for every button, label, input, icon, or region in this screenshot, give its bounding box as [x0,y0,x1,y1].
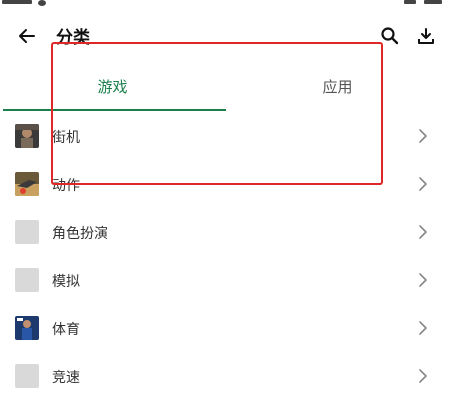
tab-indicator [3,109,226,111]
placeholder-thumbnail [15,268,39,292]
placeholder-thumbnail [15,364,39,388]
status-bar [0,0,450,10]
app-bar: 分类 [0,14,450,58]
list-item-arcade[interactable]: 街机 [0,112,450,160]
list-item-sports[interactable]: 体育 [0,304,450,352]
back-arrow-icon [19,29,35,43]
list-item-label: 动作 [52,178,80,194]
list-item-label: 体育 [52,322,80,338]
sports-thumbnail [15,316,39,340]
chevron-right-icon [419,225,427,239]
tab-apps[interactable]: 应用 [225,62,450,110]
tab-games[interactable]: 游戏 [0,62,225,110]
search-icon [381,27,399,45]
chevron-right-icon [419,177,427,191]
chevron-right-icon [419,273,427,287]
list-item-racing[interactable]: 竞速 [0,352,450,400]
chevron-right-icon [419,129,427,143]
list-item-label: 角色扮演 [52,226,108,242]
placeholder-thumbnail [15,220,39,244]
list-item-simulation[interactable]: 模拟 [0,256,450,304]
category-tabs: 游戏 应用 [0,62,450,112]
list-item-role-playing[interactable]: 角色扮演 [0,208,450,256]
list-item-action[interactable]: 动作 [0,160,450,208]
download-icon [418,28,434,44]
list-item-label: 街机 [52,130,80,146]
search-button[interactable] [376,22,404,50]
download-button[interactable] [412,22,440,50]
chevron-right-icon [419,321,427,335]
list-item-label: 模拟 [52,274,80,290]
back-button[interactable] [10,22,44,50]
chevron-right-icon [419,369,427,383]
list-item-label: 竞速 [52,370,80,386]
action-thumbnail [15,172,39,196]
arcade-thumbnail [15,124,39,148]
page-title: 分类 [56,28,90,48]
